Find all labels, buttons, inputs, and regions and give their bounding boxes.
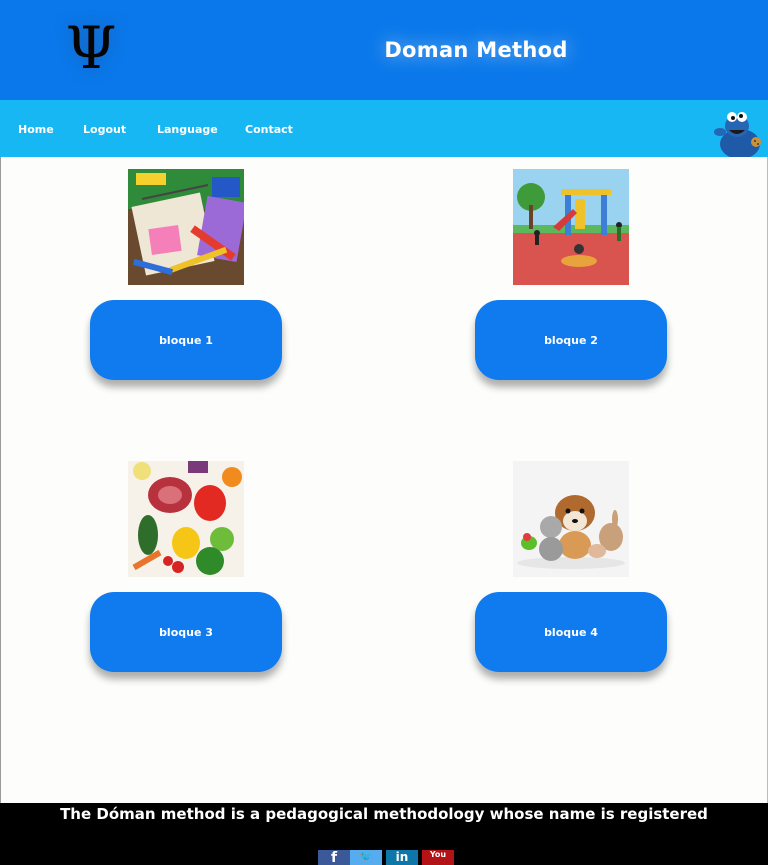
block-1-button[interactable]: bloque 1 bbox=[90, 300, 282, 380]
site-header: Ψ Doman Method bbox=[0, 0, 768, 100]
blue-monster-mascot-image bbox=[712, 108, 768, 157]
main-nav: Home Logout Language Contact bbox=[0, 100, 768, 157]
facebook-icon[interactable]: f bbox=[318, 850, 350, 865]
pets-image bbox=[513, 461, 629, 577]
nav-language[interactable]: Language bbox=[157, 120, 218, 138]
school-supplies-image bbox=[128, 169, 244, 285]
block-3-button[interactable]: bloque 3 bbox=[90, 592, 282, 672]
nav-home[interactable]: Home bbox=[18, 120, 54, 138]
block-4-button[interactable]: bloque 4 bbox=[475, 592, 667, 672]
youtube-icon[interactable]: You bbox=[422, 850, 454, 865]
linkedin-icon[interactable]: in bbox=[386, 850, 418, 865]
nav-contact[interactable]: Contact bbox=[245, 120, 293, 138]
playground-image bbox=[513, 169, 629, 285]
psi-logo[interactable]: Ψ bbox=[58, 14, 124, 82]
vegetables-image bbox=[128, 461, 244, 577]
footer-text: The Dóman method is a pedagogical method… bbox=[60, 805, 708, 823]
nav-logout[interactable]: Logout bbox=[83, 120, 126, 138]
site-footer: The Dóman method is a pedagogical method… bbox=[0, 803, 768, 865]
twitter-icon[interactable]: 🐦 bbox=[350, 850, 382, 865]
block-2-button[interactable]: bloque 2 bbox=[475, 300, 667, 380]
site-title: Doman Method bbox=[384, 38, 568, 62]
